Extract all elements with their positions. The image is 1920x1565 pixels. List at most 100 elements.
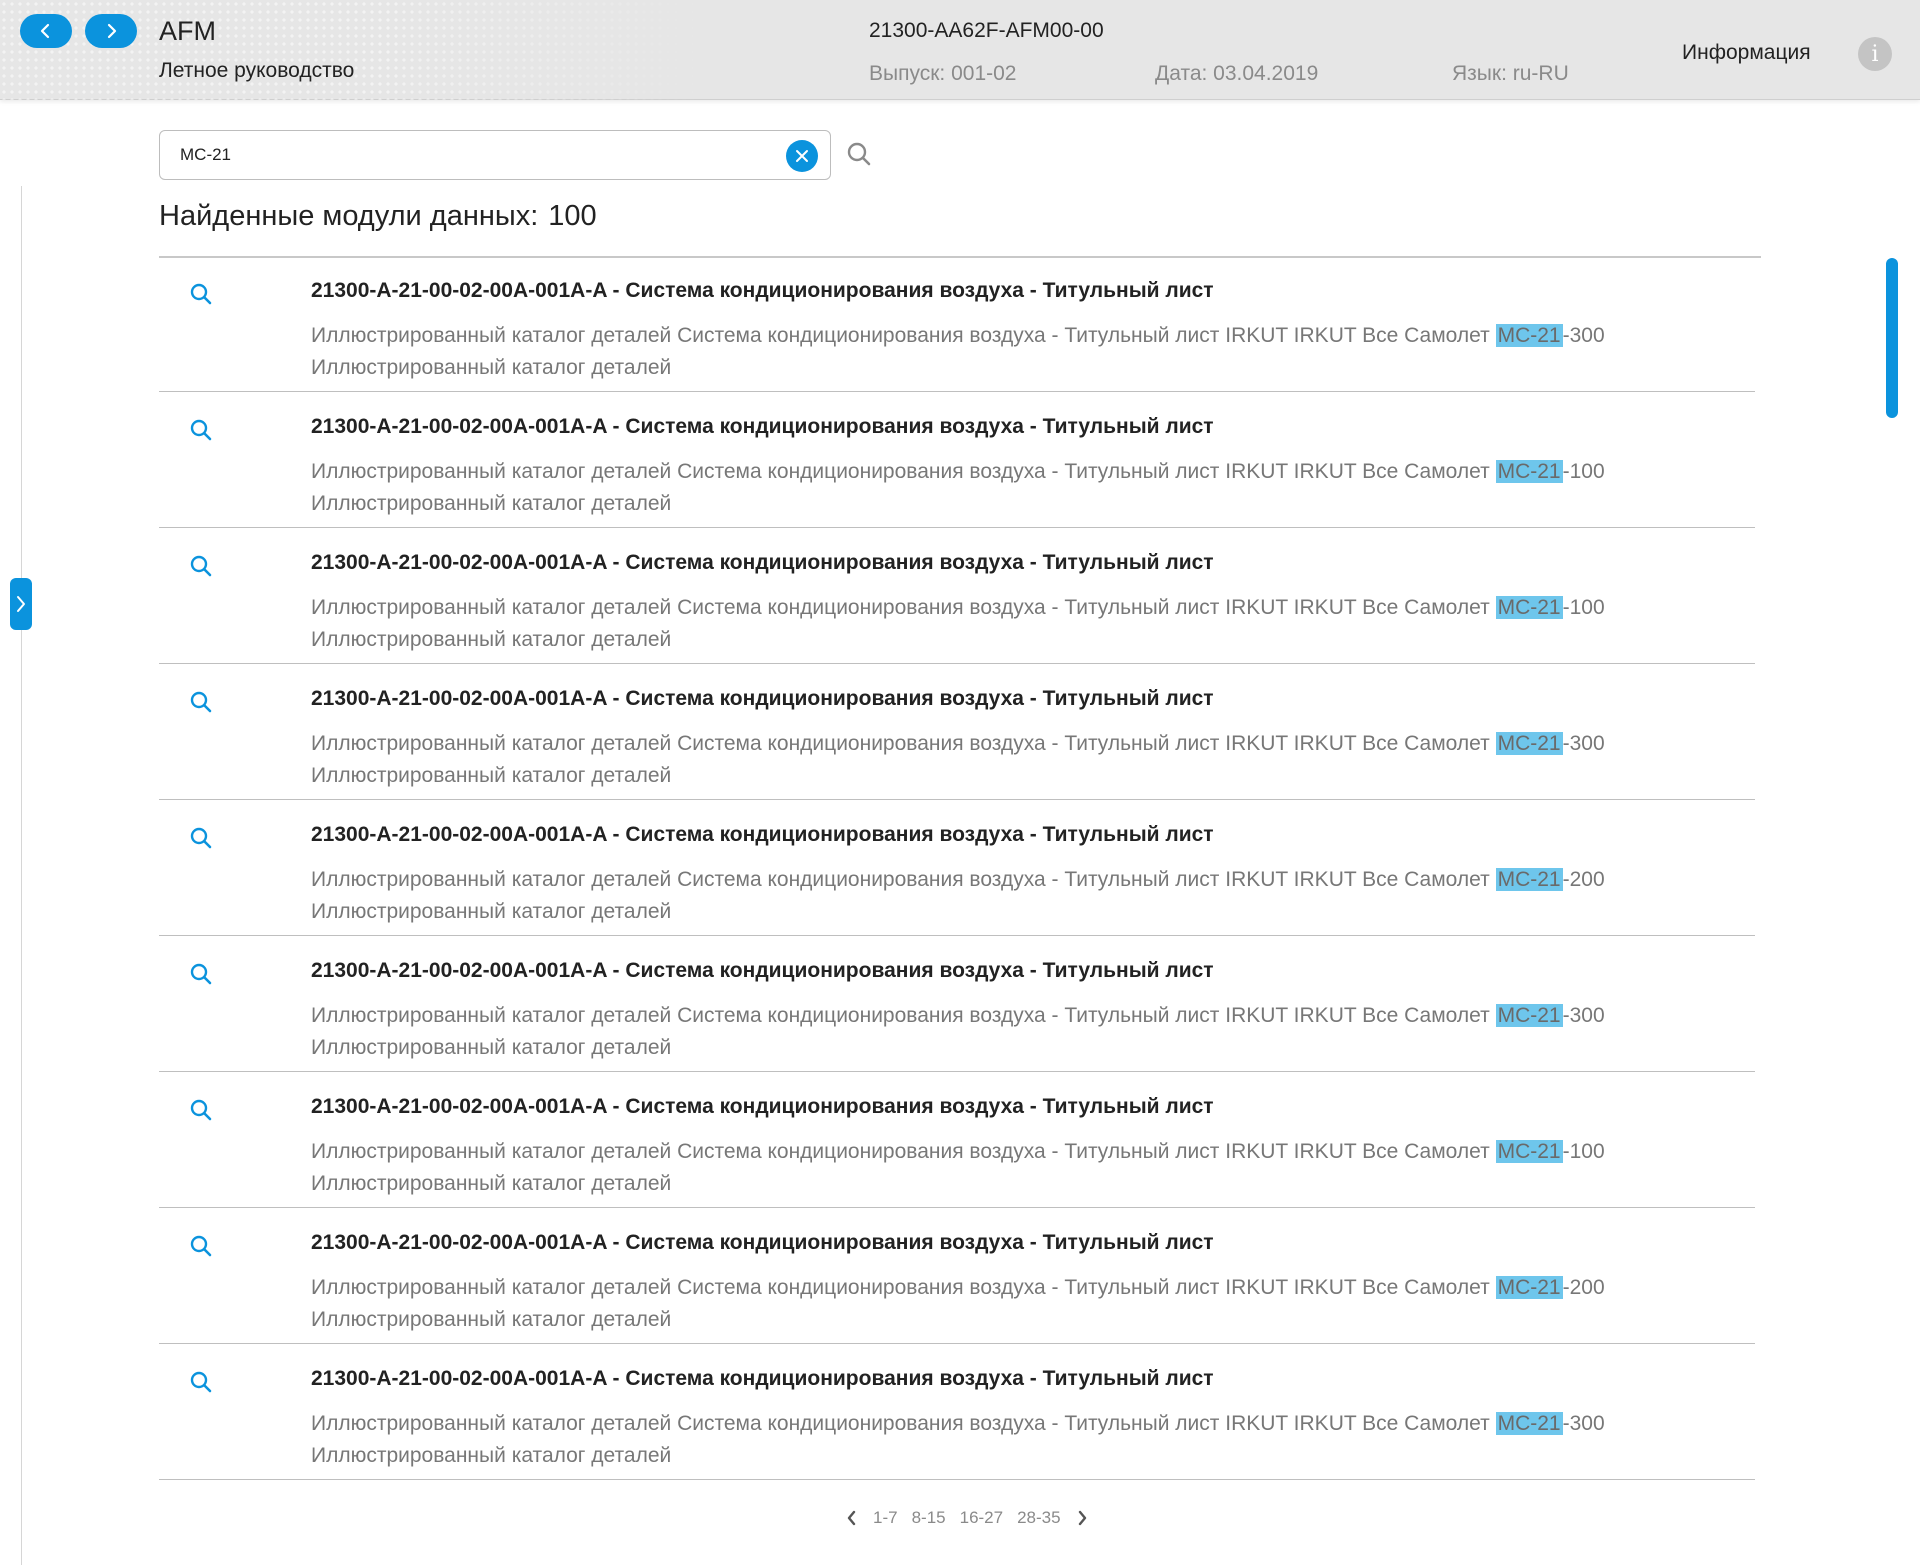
search-icon[interactable]	[189, 1098, 213, 1122]
result-desc-suffix: -300	[1562, 1412, 1605, 1435]
search-input[interactable]	[180, 131, 740, 179]
result-title[interactable]: 21300-A-21-00-02-00A-001A-A - Система ко…	[311, 279, 1214, 303]
result-desc-suffix: -200	[1562, 868, 1605, 891]
info-icon[interactable]: i	[1858, 37, 1892, 71]
result-desc-line2: Иллюстрированный каталог деталей	[311, 1444, 672, 1467]
page-link[interactable]: 8-15	[912, 1508, 946, 1528]
clear-search-button[interactable]	[786, 140, 818, 172]
result-desc-suffix: -100	[1562, 1140, 1605, 1163]
issue-label: Выпуск: 001-02	[869, 62, 1017, 85]
chevron-left-icon	[847, 1510, 856, 1526]
result-item[interactable]: 21300-A-21-00-02-00A-001A-A - Система ко…	[159, 1072, 1755, 1208]
result-desc-line2: Иллюстрированный каталог деталей	[311, 356, 672, 379]
search-button[interactable]	[845, 140, 873, 168]
result-desc-suffix: -200	[1562, 1276, 1605, 1299]
app-title: AFM	[159, 16, 216, 46]
date-label: Дата: 03.04.2019	[1155, 62, 1319, 85]
result-description: Иллюстрированный каталог деталей Система…	[311, 592, 1711, 656]
search-highlight: МС-21	[1495, 1412, 1563, 1435]
result-item[interactable]: 21300-A-21-00-02-00A-001A-A - Система ко…	[159, 392, 1755, 528]
result-title[interactable]: 21300-A-21-00-02-00A-001A-A - Система ко…	[311, 823, 1214, 847]
next-page-button[interactable]	[1075, 1509, 1089, 1527]
result-desc-text: Иллюстрированный каталог деталей Система…	[311, 1412, 1496, 1435]
result-item[interactable]: 21300-A-21-00-02-00A-001A-A - Система ко…	[159, 528, 1755, 664]
page-link[interactable]: 16-27	[960, 1508, 1003, 1528]
app-subtitle: Летное руководство	[159, 59, 355, 82]
result-desc-line2: Иллюстрированный каталог деталей	[311, 492, 672, 515]
result-item[interactable]: 21300-A-21-00-02-00A-001A-A - Система ко…	[159, 256, 1755, 392]
result-description: Иллюстрированный каталог деталей Система…	[311, 320, 1711, 384]
search-icon[interactable]	[189, 1370, 213, 1394]
result-item[interactable]: 21300-A-21-00-02-00A-001A-A - Система ко…	[159, 1344, 1755, 1480]
result-desc-text: Иллюстрированный каталог деталей Система…	[311, 1004, 1496, 1027]
result-desc-text: Иллюстрированный каталог деталей Система…	[311, 868, 1496, 891]
search-highlight: МС-21	[1495, 732, 1563, 755]
search-highlight: МС-21	[1495, 596, 1563, 619]
chevron-left-icon	[40, 23, 50, 39]
pagination: 1-7 8-15 16-27 28-35	[845, 1508, 1089, 1528]
result-title[interactable]: 21300-A-21-00-02-00A-001A-A - Система ко…	[311, 551, 1214, 575]
document-code: 21300-AA62F-AFM00-00	[869, 19, 1104, 42]
result-desc-line2: Иллюстрированный каталог деталей	[311, 1308, 672, 1331]
result-item[interactable]: 21300-A-21-00-02-00A-001A-A - Система ко…	[159, 936, 1755, 1072]
search-icon	[847, 142, 871, 166]
search-highlight: МС-21	[1495, 868, 1563, 891]
language-label: Язык: ru-RU	[1452, 62, 1569, 85]
info-link[interactable]: Информация	[1682, 41, 1811, 65]
search-highlight: МС-21	[1495, 324, 1563, 347]
prev-page-button[interactable]	[845, 1509, 859, 1527]
forward-button[interactable]	[85, 14, 137, 48]
result-item[interactable]: 21300-A-21-00-02-00A-001A-A - Система ко…	[159, 800, 1755, 936]
search-icon[interactable]	[189, 282, 213, 306]
back-button[interactable]	[20, 14, 72, 48]
result-desc-text: Иллюстрированный каталог деталей Система…	[311, 596, 1496, 619]
page-link[interactable]: 28-35	[1017, 1508, 1060, 1528]
result-desc-suffix: -300	[1562, 732, 1605, 755]
search-icon[interactable]	[189, 690, 213, 714]
search-highlight: МС-21	[1495, 1276, 1563, 1299]
result-title[interactable]: 21300-A-21-00-02-00A-001A-A - Система ко…	[311, 415, 1214, 439]
result-description: Иллюстрированный каталог деталей Система…	[311, 1000, 1711, 1064]
result-desc-suffix: -100	[1562, 596, 1605, 619]
result-desc-suffix: -300	[1562, 324, 1605, 347]
result-title[interactable]: 21300-A-21-00-02-00A-001A-A - Система ко…	[311, 687, 1214, 711]
result-title[interactable]: 21300-A-21-00-02-00A-001A-A - Система ко…	[311, 1095, 1214, 1119]
results-count: 100	[548, 200, 597, 232]
sidebar-rail	[21, 186, 22, 1565]
search-icon[interactable]	[189, 418, 213, 442]
sidebar-toggle-button[interactable]	[10, 578, 32, 630]
results-heading: Найденные модули данных: 100	[159, 200, 597, 233]
result-desc-suffix: -300	[1562, 1004, 1605, 1027]
result-desc-text: Иллюстрированный каталог деталей Система…	[311, 460, 1496, 483]
result-title[interactable]: 21300-A-21-00-02-00A-001A-A - Система ко…	[311, 959, 1214, 983]
result-desc-line2: Иллюстрированный каталог деталей	[311, 764, 672, 787]
search-icon[interactable]	[189, 554, 213, 578]
result-item[interactable]: 21300-A-21-00-02-00A-001A-A - Система ко…	[159, 1208, 1755, 1344]
result-desc-text: Иллюстрированный каталог деталей Система…	[311, 732, 1496, 755]
search-highlight: МС-21	[1495, 1004, 1563, 1027]
close-icon	[796, 150, 808, 162]
result-title[interactable]: 21300-A-21-00-02-00A-001A-A - Система ко…	[311, 1367, 1214, 1391]
result-desc-line2: Иллюстрированный каталог деталей	[311, 628, 672, 651]
page-link[interactable]: 1-7	[873, 1508, 898, 1528]
search-icon[interactable]	[189, 1234, 213, 1258]
chevron-right-icon	[17, 596, 25, 612]
scrollbar-thumb[interactable]	[1886, 258, 1898, 418]
app-header: AFM Летное руководство 21300-AA62F-AFM00…	[0, 0, 1920, 100]
result-description: Иллюстрированный каталог деталей Система…	[311, 864, 1711, 928]
result-description: Иллюстрированный каталог деталей Система…	[311, 1272, 1711, 1336]
search-icon[interactable]	[189, 962, 213, 986]
result-description: Иллюстрированный каталог деталей Система…	[311, 1408, 1711, 1472]
result-item[interactable]: 21300-A-21-00-02-00A-001A-A - Система ко…	[159, 664, 1755, 800]
result-desc-text: Иллюстрированный каталог деталей Система…	[311, 324, 1496, 347]
result-desc-line2: Иллюстрированный каталог деталей	[311, 900, 672, 923]
results-heading-label: Найденные модули данных:	[159, 200, 539, 232]
result-desc-suffix: -100	[1562, 460, 1605, 483]
result-title[interactable]: 21300-A-21-00-02-00A-001A-A - Система ко…	[311, 1231, 1214, 1255]
result-desc-text: Иллюстрированный каталог деталей Система…	[311, 1276, 1496, 1299]
search-icon[interactable]	[189, 826, 213, 850]
chevron-right-icon	[1078, 1510, 1086, 1526]
search-highlight: МС-21	[1495, 460, 1563, 483]
result-desc-line2: Иллюстрированный каталог деталей	[311, 1036, 672, 1059]
chevron-right-icon	[107, 23, 117, 39]
